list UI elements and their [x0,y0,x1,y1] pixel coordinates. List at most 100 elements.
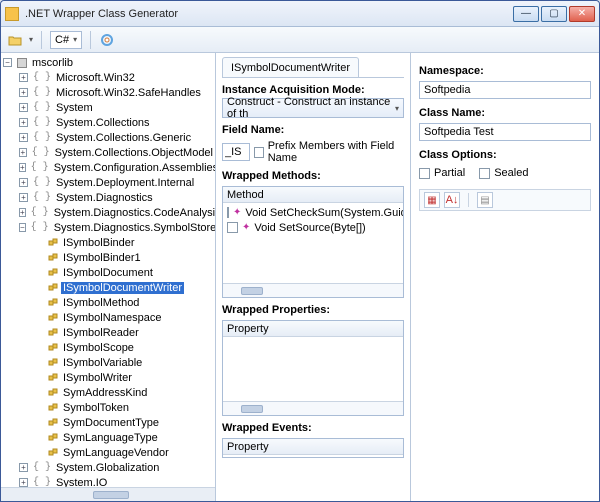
tree-h-scrollbar[interactable] [1,487,215,501]
tree-ns[interactable]: +{ }Microsoft.Win32 [1,70,215,85]
chevron-down-icon: ▾ [73,35,77,44]
chevron-down-icon: ▾ [395,104,399,113]
tree-ns[interactable]: +{ }System [1,100,215,115]
namespace-input[interactable] [419,81,591,99]
partial-checkbox[interactable] [419,168,430,179]
namespace-title: Namespace: [419,65,591,77]
maximize-button[interactable]: ▢ [541,6,567,22]
interface-icon [48,358,58,368]
methods-header[interactable]: Method [223,187,403,203]
fieldname-title: Field Name: [222,124,404,136]
tree-ns[interactable]: +{ }System.Diagnostics [1,190,215,205]
props-list[interactable]: Property [222,320,404,416]
tab-strip: ISymbolDocumentWriter [222,57,404,78]
tree-type[interactable]: SymbolToken [1,400,215,415]
acquisition-value: Construct - Construct an instance of th [227,96,395,120]
method-icon: ✦ [233,207,241,218]
enum-icon [48,388,58,398]
method-row[interactable]: ✦Void SetSource(Byte[]) [223,220,403,235]
class-icon [48,448,58,458]
interface-icon [48,328,58,338]
minimize-button[interactable]: — [513,6,539,22]
events-header[interactable]: Property [223,439,403,455]
tree-ns[interactable]: +{ }System.IO [1,475,215,487]
propertygrid-toolbar: ▦ A↓ ▤ [419,189,591,211]
tree-ns[interactable]: +{ }System.Collections.Generic [1,130,215,145]
generate-icon[interactable] [99,32,115,48]
app-icon [5,7,19,21]
interface-icon [48,268,58,278]
events-title: Wrapped Events: [222,422,404,434]
props-h-scrollbar[interactable] [223,401,403,415]
tree-ns[interactable]: +{ }Microsoft.Win32.SafeHandles [1,85,215,100]
tree-root[interactable]: − mscorlib [1,55,215,70]
interface-icon [48,343,58,353]
assembly-tree[interactable]: − mscorlib +{ }Microsoft.Win32 +{ }Micro… [1,53,215,487]
class-icon [48,418,58,428]
interface-icon [48,298,58,308]
tree-type[interactable]: ISymbolVariable [1,355,215,370]
window-title: .NET Wrapper Class Generator [25,8,513,20]
methods-list[interactable]: Method ✦Void SetCheckSum(System.Guid, B … [222,186,404,298]
events-list[interactable]: Property [222,438,404,458]
output-pane: Namespace: Class Name: Class Options: Pa… [411,53,599,501]
props-title: Wrapped Properties: [222,304,404,316]
methods-title: Wrapped Methods: [222,170,404,182]
propertypages-icon[interactable]: ▤ [477,192,493,208]
classopts-title: Class Options: [419,149,591,161]
tree-ns[interactable]: +{ }System.Configuration.Assemblies [1,160,215,175]
detail-pane: ISymbolDocumentWriter Instance Acquisiti… [216,53,411,501]
method-row[interactable]: ✦Void SetCheckSum(System.Guid, B [223,205,403,220]
tree-pane: − mscorlib +{ }Microsoft.Win32 +{ }Micro… [1,53,216,501]
tree-type[interactable]: SymAddressKind [1,385,215,400]
interface-icon [48,283,58,293]
tree-ns[interactable]: +{ }System.Globalization [1,460,215,475]
tree-type[interactable]: ISymbolReader [1,325,215,340]
alphabetical-icon[interactable]: A↓ [444,192,460,208]
sealed-label: Sealed [494,167,528,179]
tree-type[interactable]: SymLanguageType [1,430,215,445]
acquisition-title: Instance Acquisition Mode: [222,84,404,96]
interface-icon [48,238,58,248]
tree-type[interactable]: SymLanguageVendor [1,445,215,460]
tree-type[interactable]: ISymbolDocument [1,265,215,280]
interface-icon [48,373,58,383]
open-dropdown-icon[interactable]: ▾ [29,35,33,44]
language-label: C# [55,34,69,46]
method-icon: ✦ [242,222,250,233]
tree-type-selected[interactable]: ISymbolDocumentWriter [1,280,215,295]
partial-label: Partial [434,167,465,179]
tree-type[interactable]: ISymbolScope [1,340,215,355]
language-selector[interactable]: C# ▾ [50,31,82,49]
methods-h-scrollbar[interactable] [223,283,403,297]
fieldname-input[interactable] [222,143,250,161]
sealed-checkbox[interactable] [479,168,490,179]
prefix-checkbox[interactable] [254,147,264,158]
tree-ns-expanded[interactable]: −{ }System.Diagnostics.SymbolStore [1,220,215,235]
tree-ns[interactable]: +{ }System.Collections.ObjectModel [1,145,215,160]
app-window: .NET Wrapper Class Generator — ▢ ✕ ▾ C# … [0,0,600,502]
tree-type[interactable]: ISymbolBinder [1,235,215,250]
categorized-icon[interactable]: ▦ [424,192,440,208]
tree-type[interactable]: ISymbolMethod [1,295,215,310]
interface-icon [48,253,58,263]
open-file-icon[interactable] [7,32,23,48]
class-icon [48,433,58,443]
struct-icon [48,403,58,413]
props-header[interactable]: Property [223,321,403,337]
tree-type[interactable]: ISymbolWriter [1,370,215,385]
toolbar: ▾ C# ▾ [1,27,599,53]
tree-ns[interactable]: +{ }System.Deployment.Internal [1,175,215,190]
close-button[interactable]: ✕ [569,6,595,22]
tab-active[interactable]: ISymbolDocumentWriter [222,57,359,77]
titlebar: .NET Wrapper Class Generator — ▢ ✕ [1,1,599,27]
tree-ns[interactable]: +{ }System.Diagnostics.CodeAnalysis [1,205,215,220]
tree-ns[interactable]: +{ }System.Collections [1,115,215,130]
tree-type[interactable]: ISymbolNamespace [1,310,215,325]
tree-type[interactable]: SymDocumentType [1,415,215,430]
acquisition-combo[interactable]: Construct - Construct an instance of th … [222,98,404,118]
tree-type[interactable]: ISymbolBinder1 [1,250,215,265]
classname-input[interactable] [419,123,591,141]
classname-title: Class Name: [419,107,591,119]
interface-icon [48,313,58,323]
